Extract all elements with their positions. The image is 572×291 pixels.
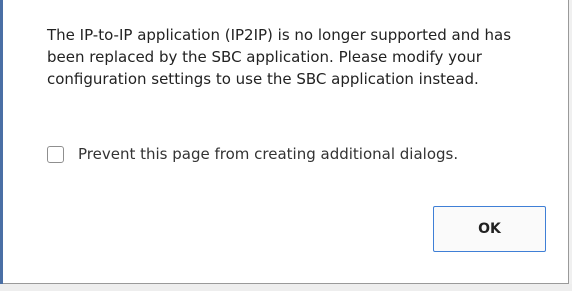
window-bottom-edge [0,284,572,291]
prevent-dialogs-label[interactable]: Prevent this page from creating addition… [78,145,458,163]
prevent-dialogs-option[interactable]: Prevent this page from creating addition… [47,143,458,165]
dialog-message: The IP-to-IP application (IP2IP) is no l… [47,26,512,88]
prevent-dialogs-checkbox[interactable] [47,145,64,163]
page: The IP-to-IP application (IP2IP) is no l… [0,0,572,291]
ok-button[interactable]: OK [433,206,546,252]
window-edge [0,0,3,291]
alert-dialog: The IP-to-IP application (IP2IP) is no l… [0,0,569,284]
